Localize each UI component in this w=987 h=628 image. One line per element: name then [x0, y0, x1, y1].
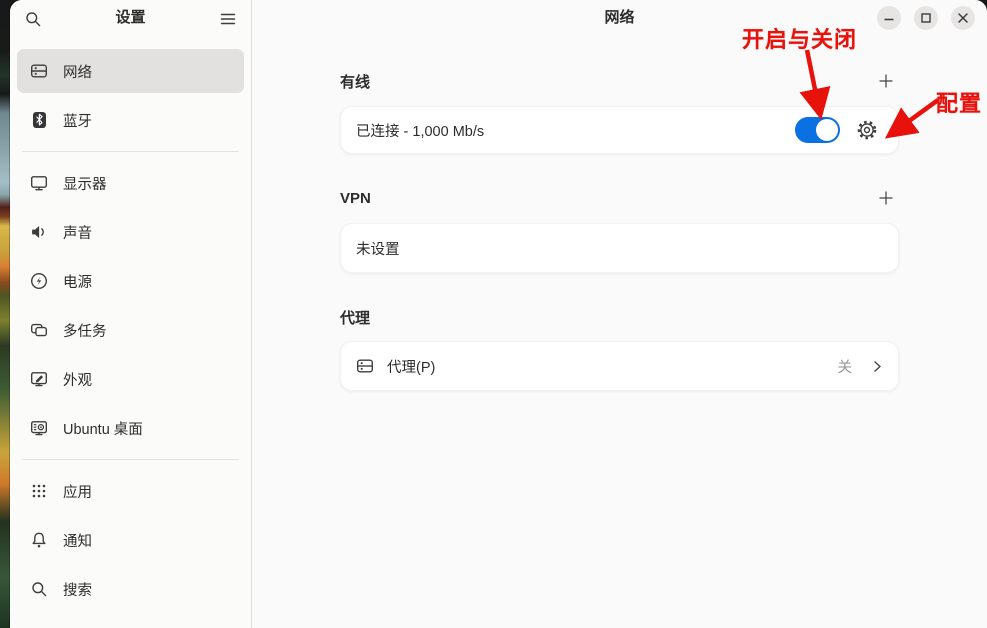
sidebar-item-label: 电源	[63, 271, 92, 292]
vpn-row: 未设置	[340, 223, 899, 273]
wired-section-header: 有线	[340, 68, 899, 94]
page-title: 网络	[604, 9, 634, 26]
maximize-button[interactable]	[914, 6, 938, 30]
sidebar-item-label: 外观	[63, 369, 92, 390]
vpn-status: 未设置	[356, 238, 400, 259]
sidebar-item-label: 搜索	[63, 579, 92, 600]
chevron-right-icon	[871, 358, 883, 375]
sidebar-nav: 网络 蓝牙 显示器 声音	[10, 47, 251, 616]
window-controls	[877, 6, 975, 30]
proxy-row[interactable]: 代理(P) 关	[340, 341, 899, 391]
sidebar-item-bluetooth[interactable]: 蓝牙	[17, 98, 244, 142]
maximize-icon	[920, 12, 932, 24]
sidebar-item-label: 多任务	[63, 320, 107, 341]
bell-icon	[30, 531, 48, 549]
sidebar-item-label: 声音	[63, 222, 92, 243]
sidebar-item-apps[interactable]: 应用	[17, 469, 244, 513]
sidebar-item-ubuntu-desktop[interactable]: Ubuntu 桌面	[17, 406, 244, 450]
plus-icon	[878, 73, 894, 89]
sidebar-item-network[interactable]: 网络	[17, 49, 244, 93]
main-pane: 网络	[252, 0, 987, 628]
sidebar-item-label: 显示器	[63, 173, 107, 194]
minimize-icon	[883, 12, 895, 24]
hamburger-icon	[220, 12, 236, 26]
sidebar-item-search[interactable]: 搜索	[17, 567, 244, 611]
vpn-section-header: VPN	[340, 185, 899, 211]
multitasking-icon	[30, 321, 48, 339]
apps-grid-icon	[30, 482, 48, 500]
power-icon	[30, 272, 48, 290]
wired-connection-row[interactable]: 已连接 - 1,000 Mb/s	[340, 106, 899, 154]
main-header: 网络	[252, 0, 987, 47]
add-wired-connection-button[interactable]	[873, 68, 899, 94]
sidebar-item-label: 网络	[63, 61, 92, 82]
search-button[interactable]	[18, 6, 48, 32]
appearance-icon	[30, 370, 48, 388]
proxy-section-header: 代理	[340, 304, 899, 330]
sidebar-item-appearance[interactable]: 外观	[17, 357, 244, 401]
sidebar-item-power[interactable]: 电源	[17, 259, 244, 303]
vpn-section-title: VPN	[340, 190, 371, 207]
sidebar-header: 设置	[10, 0, 251, 47]
sidebar-item-notifications[interactable]: 通知	[17, 518, 244, 562]
proxy-section-title: 代理	[340, 307, 370, 328]
sidebar-item-label: 蓝牙	[63, 110, 92, 131]
add-vpn-button[interactable]	[873, 185, 899, 211]
network-content: 有线 已连接 - 1,000 Mb/s	[340, 68, 899, 391]
sidebar-separator	[22, 151, 239, 152]
wired-settings-button[interactable]	[855, 118, 879, 142]
wired-section-title: 有线	[340, 71, 370, 92]
sidebar-item-label: 通知	[63, 530, 92, 551]
sidebar-item-displays[interactable]: 显示器	[17, 161, 244, 205]
settings-window: 设置 网络 蓝牙	[10, 0, 987, 628]
close-icon	[957, 12, 969, 24]
sidebar: 设置 网络 蓝牙	[10, 0, 252, 628]
wired-connection-status: 已连接 - 1,000 Mb/s	[356, 120, 484, 141]
sidebar-separator	[22, 459, 239, 460]
search-icon	[30, 580, 48, 598]
proxy-icon	[356, 357, 374, 375]
minimize-button[interactable]	[877, 6, 901, 30]
sidebar-item-sound[interactable]: 声音	[17, 210, 244, 254]
network-icon	[30, 62, 48, 80]
gear-icon	[856, 119, 878, 141]
toggle-knob	[816, 119, 838, 141]
ubuntu-desktop-icon	[30, 419, 48, 437]
close-button[interactable]	[951, 6, 975, 30]
sidebar-item-multitasking[interactable]: 多任务	[17, 308, 244, 352]
sidebar-item-label: 应用	[63, 481, 92, 502]
sidebar-item-label: Ubuntu 桌面	[63, 418, 143, 439]
sidebar-title: 设置	[115, 9, 145, 27]
plus-icon	[878, 190, 894, 206]
sound-icon	[30, 223, 48, 241]
wired-toggle-switch[interactable]	[795, 117, 840, 143]
display-icon	[30, 174, 48, 192]
search-icon	[25, 11, 42, 28]
bluetooth-icon	[30, 111, 48, 129]
proxy-label: 代理(P)	[387, 356, 435, 377]
hamburger-menu-button[interactable]	[213, 6, 243, 32]
proxy-status-value: 关	[838, 356, 853, 377]
